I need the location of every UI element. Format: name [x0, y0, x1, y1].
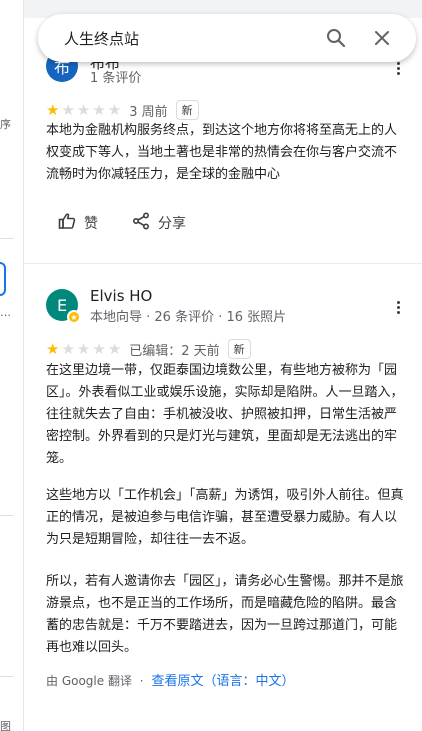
star-icon: ★: [92, 100, 106, 119]
review-paragraph: 所以，若有人邀请你去「园区」，请务必心生警惕。那并不是旅游景点，也不是正当的工作…: [46, 574, 404, 655]
star-icon: ★: [61, 100, 75, 119]
new-badge: 新: [175, 100, 199, 120]
star-icon: ★: [76, 339, 91, 358]
search-icon[interactable]: [324, 26, 348, 50]
rating-row: ★ ★ ★ ★ ★ 3 周前 新: [46, 100, 199, 120]
left-panel-selected-item[interactable]: [0, 262, 6, 296]
left-panel-fragment: 序: [0, 118, 11, 131]
reviews-panel: 人生终点站 布 布布 1 条评价 ★ ★ ★ ★ ★ 3 周前 新 本地为金融机…: [24, 0, 422, 731]
review-time: 3 周前: [129, 104, 168, 120]
left-panel-divider: [0, 676, 14, 677]
avatar-letter: E: [56, 295, 68, 315]
review-actions: 赞 分享: [58, 212, 186, 234]
star-icon: ★: [76, 100, 91, 119]
left-panel-divider: [0, 238, 14, 239]
reviewer-stats: 1 条评价: [90, 71, 142, 86]
star-rating: ★ ★ ★ ★ ★: [46, 100, 122, 119]
review-time: 已编辑：2 天前: [129, 343, 220, 359]
share-icon: [132, 212, 150, 234]
like-label: 赞: [84, 216, 98, 232]
left-panel-fragment: 图: [0, 720, 11, 731]
share-label: 分享: [158, 216, 186, 232]
review-text: 本地为金融机构服务终点，到达这个地方你将将至高无上的人权变成下等人，当地土著也是…: [46, 123, 398, 182]
review-paragraph: 在这里边境一带，仅距泰国边境数公里，有些地方被称为「园区」。外表看似工业或娱乐设…: [46, 363, 404, 466]
star-icon: ★: [46, 100, 60, 119]
reviewer-name[interactable]: Elvis HO: [90, 287, 152, 305]
close-icon[interactable]: [370, 26, 394, 50]
star-rating: ★ ★ ★ ★ ★: [46, 339, 122, 358]
search-input[interactable]: 人生终点站: [64, 28, 324, 49]
thumbs-up-icon: [58, 212, 76, 234]
left-panel-fragment: …: [0, 306, 11, 319]
translated-by-label: 由 Google 翻译: [46, 674, 132, 688]
star-icon: ★: [61, 339, 75, 358]
translation-note: 由 Google 翻译 · 查看原文（语言：中文）: [46, 674, 295, 689]
star-icon: ★: [46, 339, 60, 358]
star-icon: ★: [107, 339, 122, 358]
star-icon: ★: [107, 100, 122, 119]
review-divider: [24, 263, 422, 264]
search-box[interactable]: 人生终点站: [38, 14, 416, 62]
reviewer-stats: 本地向导 · 26 条评价 · 16 张照片: [90, 310, 287, 325]
more-options-icon[interactable]: [388, 297, 408, 317]
left-panel-edge: 序 … 图: [0, 0, 24, 731]
avatar[interactable]: E ★: [46, 289, 81, 324]
left-panel-divider: [0, 515, 14, 516]
new-badge: 新: [227, 339, 251, 359]
star-icon: ★: [92, 339, 106, 358]
rating-row: ★ ★ ★ ★ ★ 已编辑：2 天前 新: [46, 339, 251, 359]
local-guide-badge-icon: ★: [67, 310, 81, 324]
review-paragraph: 这些地方以「工作机会」「高薪」为诱饵，吸引外人前往。但真正的情况，是被迫参与电信…: [46, 488, 404, 547]
like-button[interactable]: 赞: [58, 212, 98, 234]
share-button[interactable]: 分享: [132, 212, 186, 234]
view-original-link[interactable]: 查看原文（语言：中文）: [151, 674, 294, 689]
